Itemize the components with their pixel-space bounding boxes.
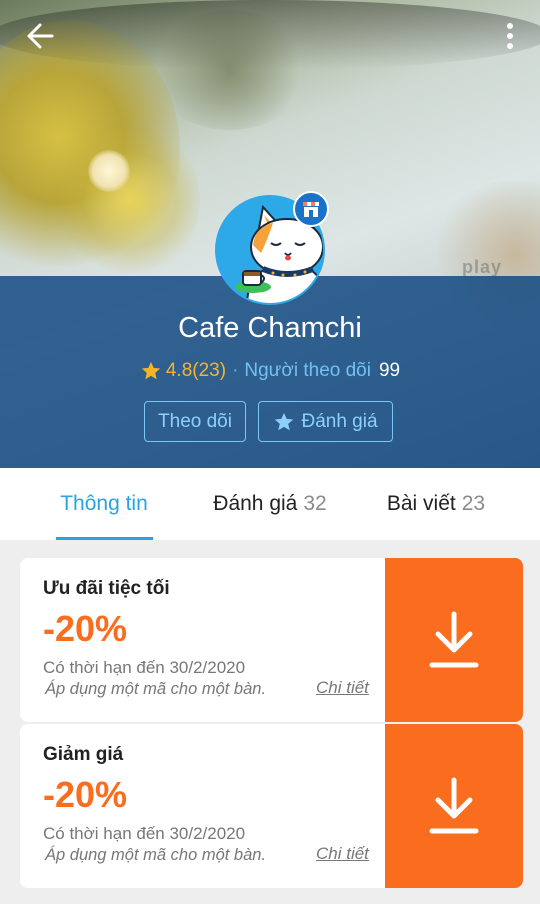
back-button[interactable]: [16, 16, 64, 56]
tab-posts-label: Bài viết: [386, 492, 456, 515]
bottom-strip: [0, 904, 540, 909]
more-vertical-icon: [507, 23, 513, 49]
cover-sign-text: play: [462, 257, 503, 277]
coupon-info: Giảm giá -20% Có thời hạn đến 30/2/2020 …: [20, 724, 385, 888]
stats-separator: ·: [232, 360, 239, 381]
tab-bar: Thông tin Đánh giá 32 Bài viết 23: [0, 468, 540, 540]
follow-button-label: Theo dõi: [158, 410, 232, 432]
coupon-download-button[interactable]: [385, 724, 523, 888]
shop-icon: [303, 202, 319, 217]
coupon-discount: -20%: [43, 608, 128, 649]
coupon-download-button[interactable]: [385, 558, 523, 722]
coupon-card: Ưu đãi tiệc tối -20% Có thời hạn đến 30/…: [20, 558, 523, 722]
coupon-discount: -20%: [43, 774, 128, 815]
tab-info-label: Thông tin: [60, 492, 148, 515]
cover-flowers-highlight: [60, 120, 200, 280]
shop-avatar-container: [215, 191, 329, 307]
cover-top-shade: [0, 0, 540, 70]
tab-reviews[interactable]: Đánh giá 32: [208, 468, 332, 540]
tab-posts-count: 23: [461, 492, 486, 515]
coupon-card: Giảm giá -20% Có thời hạn đến 30/2/2020 …: [20, 724, 523, 888]
arrow-left-icon: [27, 23, 54, 49]
rating-value: 4.8(23): [165, 360, 227, 381]
coupon-detail-link[interactable]: Chi tiết: [316, 678, 369, 698]
coupon-expiry: Có thời hạn đến 30/2/2020: [43, 658, 246, 677]
download-icon: [429, 611, 479, 668]
followers-count: 99: [378, 360, 401, 381]
coupon-expiry: Có thời hạn đến 30/2/2020: [43, 824, 246, 843]
coupon-info: Ưu đãi tiệc tối -20% Có thời hạn đến 30/…: [20, 558, 385, 722]
follow-button[interactable]: Theo dõi: [144, 401, 246, 442]
tab-reviews-count: 32: [303, 492, 327, 515]
tab-posts[interactable]: Bài viết 23: [332, 468, 540, 540]
star-icon: [275, 412, 294, 430]
download-icon: [429, 777, 479, 834]
tab-info[interactable]: Thông tin: [0, 468, 208, 540]
coupon-note: Áp dụng một mã cho một bàn.: [45, 680, 267, 698]
shop-badge: [293, 191, 329, 227]
coupon-detail-link[interactable]: Chi tiết: [316, 844, 369, 864]
coupon-title: Giảm giá: [43, 744, 124, 765]
cover-lamp: [88, 150, 130, 192]
tab-reviews-label: Đánh giá: [213, 492, 298, 515]
shop-name: Cafe Chamchi: [178, 312, 362, 344]
star-icon: [141, 361, 161, 380]
shop-stats: 4.8(23) · Người theo dõi 99: [0, 360, 540, 382]
rate-button[interactable]: Đánh giá: [258, 401, 393, 442]
followers-label: Người theo dõi: [244, 360, 371, 381]
rate-button-label: Đánh giá: [301, 410, 378, 432]
coupon-note: Áp dụng một mã cho một bàn.: [45, 846, 267, 864]
more-options-button[interactable]: [486, 16, 534, 56]
coupon-title: Ưu đãi tiệc tối: [43, 578, 170, 599]
